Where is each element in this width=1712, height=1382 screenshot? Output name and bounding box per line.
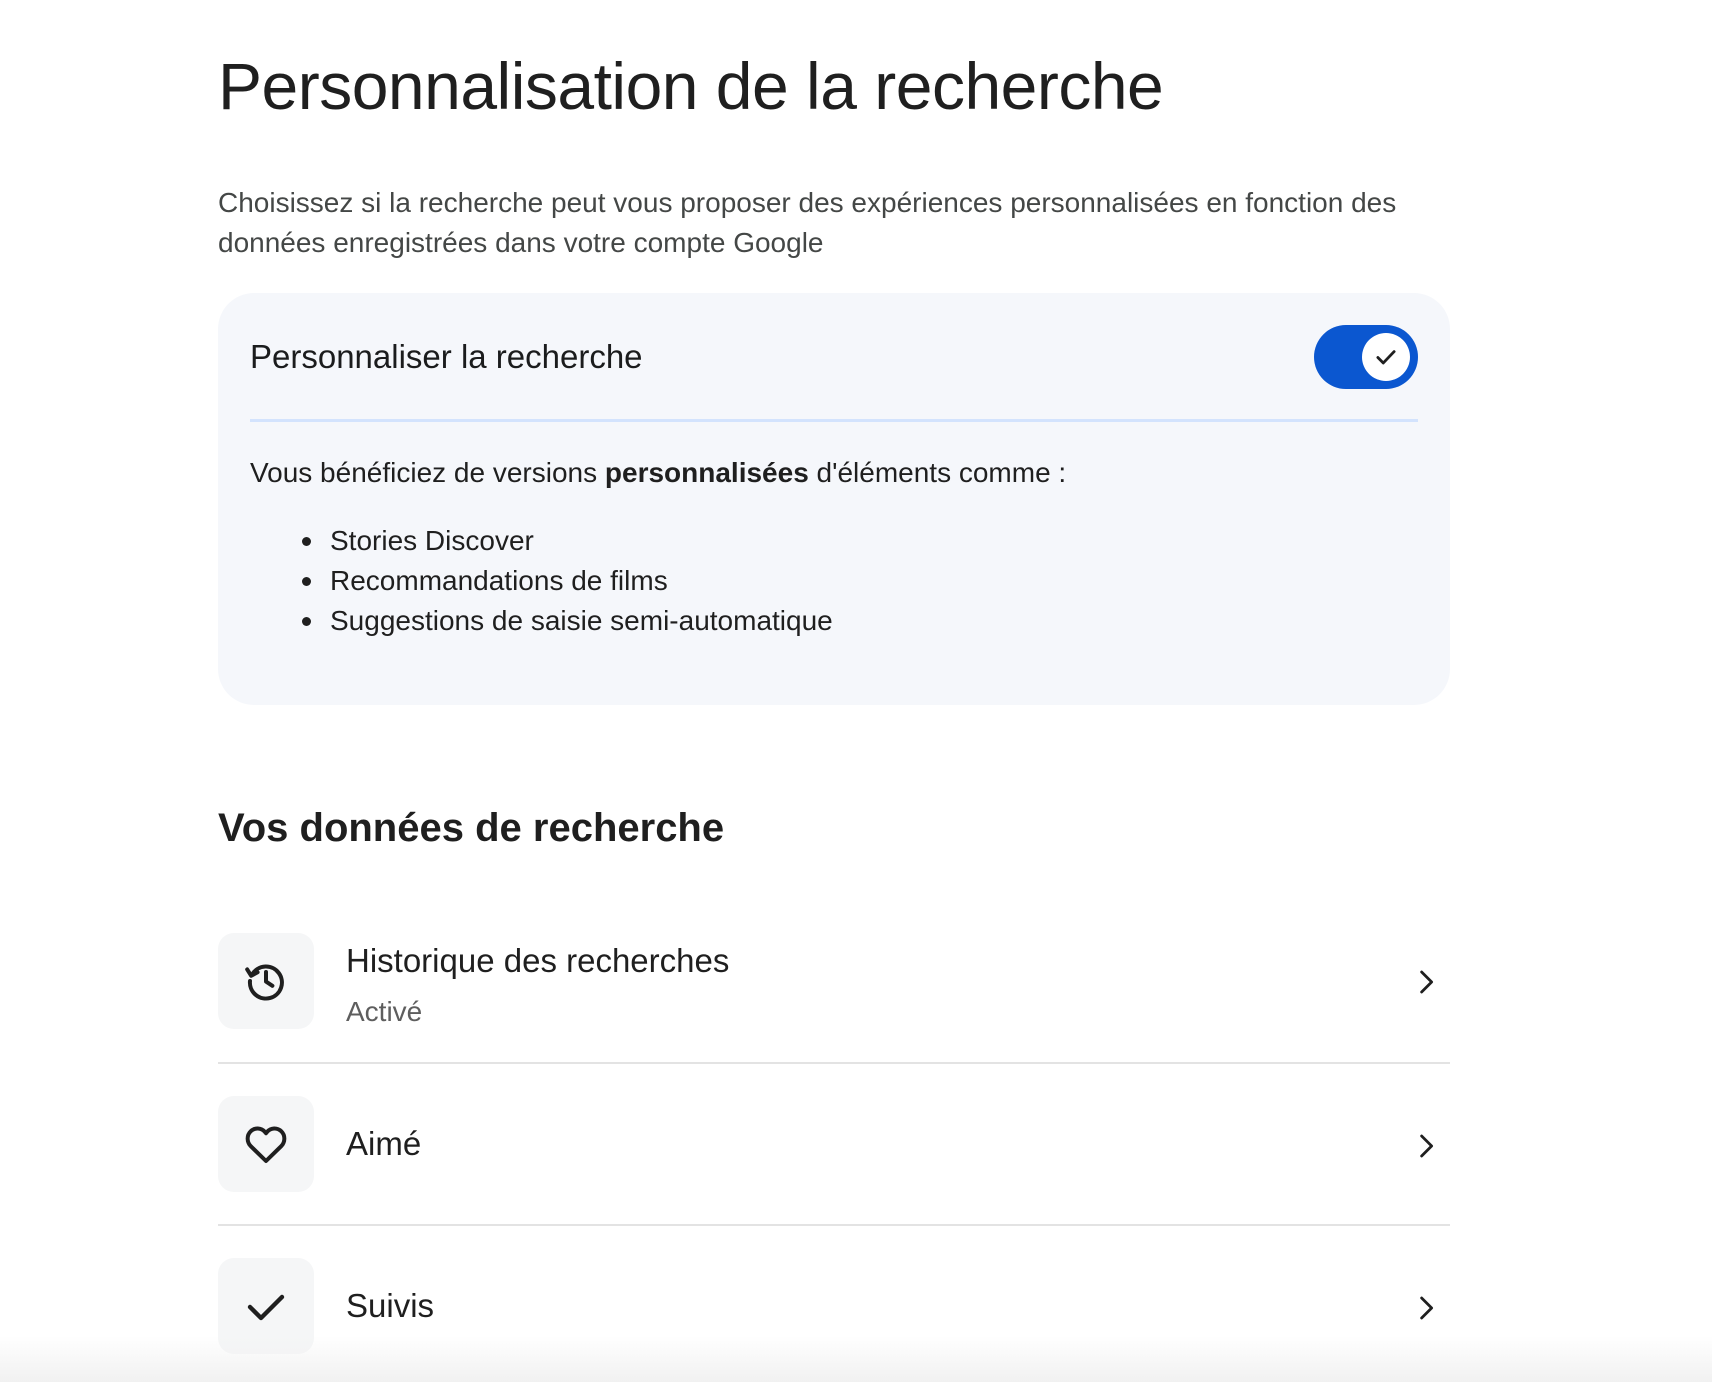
list-item: Suggestions de saisie semi-automatique bbox=[302, 601, 1418, 641]
feature-label: Suggestions de saisie semi-automatique bbox=[330, 605, 833, 636]
history-icon-box bbox=[218, 933, 314, 1029]
bullet-icon bbox=[302, 577, 311, 586]
check-icon bbox=[247, 1294, 285, 1321]
toggle-knob bbox=[1362, 333, 1410, 381]
list-item: Stories Discover bbox=[302, 521, 1418, 561]
personalize-search-card: Personnaliser la recherche Vous bénéfici… bbox=[218, 293, 1450, 705]
chevron-right-icon bbox=[1402, 1122, 1450, 1170]
personalize-search-toggle[interactable] bbox=[1314, 325, 1418, 389]
bullet-icon bbox=[302, 617, 311, 626]
search-data-title: Vos données de recherche bbox=[218, 806, 725, 850]
check-icon bbox=[1376, 350, 1396, 365]
page-intro: Choisissez si la recherche peut vous pro… bbox=[218, 187, 1397, 258]
chevron-right-icon bbox=[1402, 1284, 1450, 1332]
heart-icon-box bbox=[218, 1096, 314, 1192]
feature-label: Recommandations de films bbox=[330, 565, 668, 596]
lead-text-start: Vous bénéficiez de versions bbox=[250, 457, 605, 488]
row-label: Suivis bbox=[346, 1287, 435, 1324]
card-lead-text: Vous bénéficiez de versions personnalisé… bbox=[250, 453, 1418, 493]
bullet-icon bbox=[302, 537, 311, 546]
row-label: Aimé bbox=[346, 1125, 422, 1162]
bottom-scroll-fade bbox=[0, 1336, 1712, 1382]
card-divider bbox=[250, 419, 1418, 422]
lead-text-end: d'éléments comme : bbox=[808, 457, 1067, 488]
search-history-row[interactable]: Historique des recherches Activé bbox=[218, 928, 1450, 1062]
history-icon bbox=[245, 964, 284, 1001]
search-data-list: Historique des recherches Activé Aimé Su… bbox=[218, 928, 1450, 1382]
row-status: Activé bbox=[346, 996, 423, 1027]
lead-text-bold: personnalisées bbox=[604, 457, 809, 488]
card-body: Vous bénéficiez de versions personnalisé… bbox=[250, 453, 1418, 641]
liked-row[interactable]: Aimé bbox=[218, 1062, 1450, 1224]
card-header: Personnaliser la recherche bbox=[250, 325, 1418, 389]
heart-icon bbox=[245, 1126, 287, 1163]
chevron-right-icon bbox=[1402, 958, 1450, 1006]
feature-label: Stories Discover bbox=[330, 525, 534, 556]
list-item: Recommandations de films bbox=[302, 561, 1418, 601]
card-title: Personnaliser la recherche bbox=[250, 338, 643, 375]
page: Personnalisation de la recherche Choisis… bbox=[0, 0, 1712, 1382]
page-title: Personnalisation de la recherche bbox=[218, 49, 1164, 123]
feature-list: Stories Discover Recommandations de film… bbox=[250, 521, 1418, 641]
row-label: Historique des recherches bbox=[346, 942, 730, 979]
